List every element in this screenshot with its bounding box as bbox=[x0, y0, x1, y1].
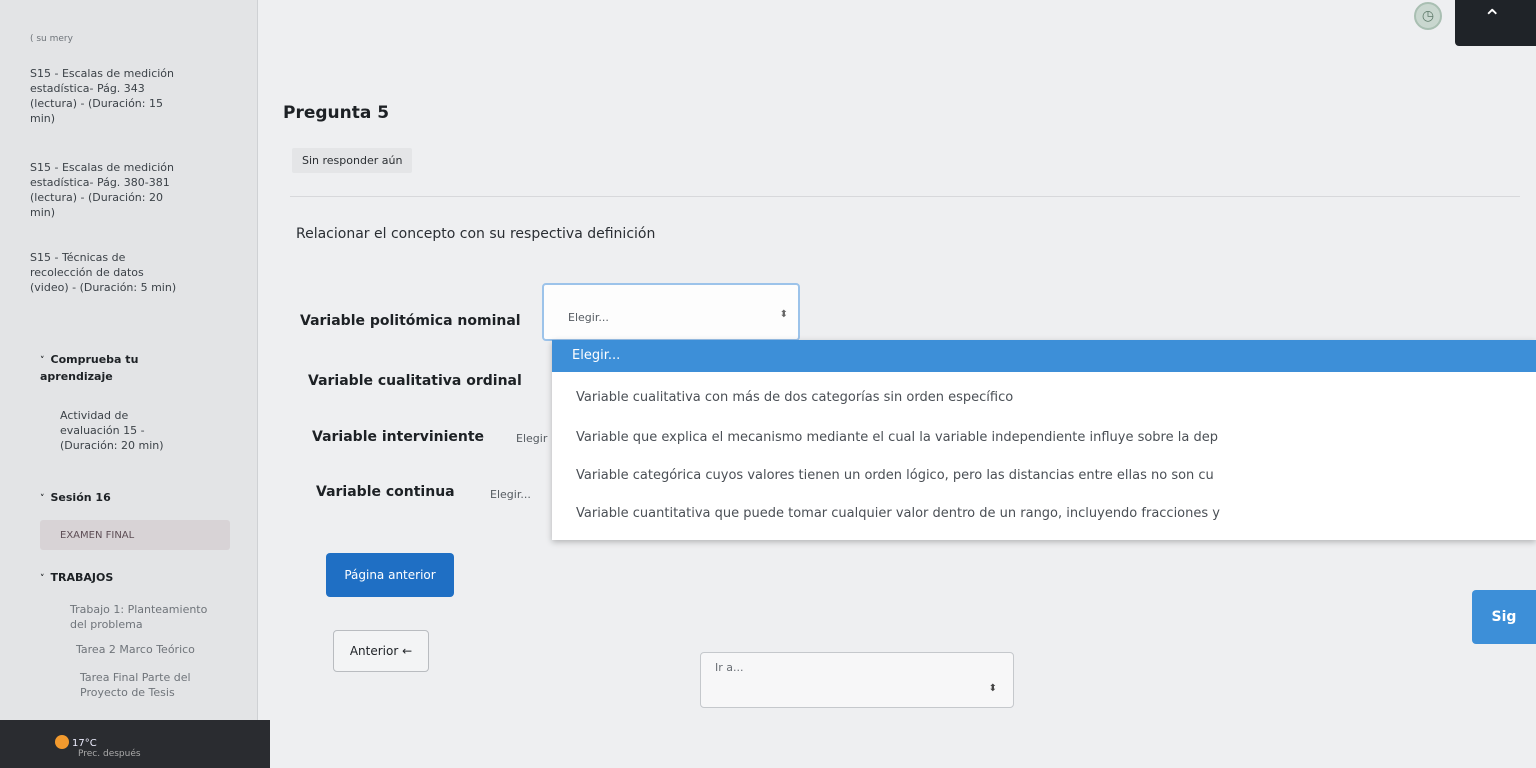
next-button[interactable]: Sig bbox=[1472, 590, 1536, 644]
sidebar-item-trabajo1[interactable]: Trabajo 1: Planteamiento del problema bbox=[70, 602, 210, 632]
divider bbox=[290, 196, 1520, 197]
anterior-button[interactable]: Anterior ← bbox=[333, 630, 429, 672]
select-value: Elegir... bbox=[568, 311, 609, 324]
goto-select[interactable]: Ir a... ⬍ bbox=[700, 652, 1014, 708]
section-label: Comprueba tu aprendizaje bbox=[40, 353, 139, 383]
select-arrow-icon: ⬍ bbox=[779, 309, 788, 320]
select-dropdown: Elegir... Variable cualitativa con más d… bbox=[552, 340, 1536, 540]
sidebar-item-s15-escalas-1[interactable]: S15 - Escalas de medición estadística- P… bbox=[30, 66, 180, 126]
match-label-interviniente: Variable interviniente bbox=[312, 429, 485, 445]
weather-sub: Prec. después bbox=[78, 749, 141, 759]
select-politomica[interactable]: Elegir... ⬍ bbox=[542, 283, 800, 341]
sidebar-section-sesion16[interactable]: ˅ Sesión 16 bbox=[40, 490, 111, 507]
weather-temp: 17°C bbox=[72, 738, 97, 749]
sidebar-item-actividad[interactable]: Actividad de evaluación 15 - (Duración: … bbox=[60, 408, 180, 453]
chevron-down-icon: ˅ bbox=[40, 356, 45, 366]
sidebar-item-tarea2[interactable]: Tarea 2 Marco Teórico bbox=[76, 642, 195, 657]
dropdown-option-3[interactable]: Variable categórica cuyos valores tienen… bbox=[576, 468, 1214, 483]
select-continua[interactable]: Elegir... bbox=[490, 488, 531, 501]
previous-page-button[interactable]: Página anterior bbox=[326, 553, 454, 597]
sidebar-item-tarea-final[interactable]: Tarea Final Parte del Proyecto de Tesis bbox=[80, 670, 210, 700]
sidebar-item-s15-escalas-2[interactable]: S15 - Escalas de medición estadística- P… bbox=[30, 160, 180, 220]
chevron-up-icon: ⌃ bbox=[1483, 6, 1502, 31]
match-label-continua: Variable continua bbox=[316, 484, 455, 500]
question-prompt: Relacionar el concepto con su respectiva… bbox=[296, 226, 656, 242]
dropdown-option-2[interactable]: Variable que explica el mecanismo median… bbox=[576, 430, 1218, 445]
sidebar-item-examen[interactable]: EXAMEN FINAL bbox=[60, 528, 134, 543]
weather-widget[interactable]: 17°C Prec. después bbox=[60, 738, 141, 759]
section-label: TRABAJOS bbox=[50, 571, 114, 584]
select-interviniente[interactable]: Elegir bbox=[516, 432, 547, 445]
sidebar-section-trabajos[interactable]: ˅ TRABAJOS bbox=[40, 570, 113, 587]
section-label: Sesión 16 bbox=[50, 491, 111, 504]
sidebar-header: ( su mery bbox=[30, 34, 73, 44]
chevron-down-icon: ˅ bbox=[40, 574, 45, 584]
status-badge: Sin responder aún bbox=[292, 148, 413, 173]
sidebar-section-comprueba[interactable]: ˅ Comprueba tu aprendizaje bbox=[40, 352, 150, 384]
timer-icon[interactable]: ◷ bbox=[1414, 2, 1442, 30]
select-arrow-icon: ⬍ bbox=[988, 683, 997, 694]
chevron-down-icon: ˅ bbox=[40, 494, 45, 504]
question-title: Pregunta 5 bbox=[283, 103, 390, 123]
scroll-top-button[interactable]: ⌃ bbox=[1455, 0, 1536, 46]
sidebar-item-s15-tecnicas[interactable]: S15 - Técnicas de recolección de datos (… bbox=[30, 250, 180, 295]
dropdown-option-4[interactable]: Variable cuantitativa que puede tomar cu… bbox=[576, 506, 1220, 521]
dropdown-option-1[interactable]: Variable cualitativa con más de dos cate… bbox=[576, 390, 1013, 405]
goto-value: Ir a... bbox=[715, 661, 744, 674]
course-sidebar: ( su mery S15 - Escalas de medición esta… bbox=[0, 0, 258, 768]
match-label-ordinal: Variable cualitativa ordinal bbox=[308, 373, 522, 389]
dropdown-option-elegir[interactable]: Elegir... bbox=[552, 340, 1536, 372]
match-label-politomica: Variable politómica nominal bbox=[300, 313, 521, 329]
